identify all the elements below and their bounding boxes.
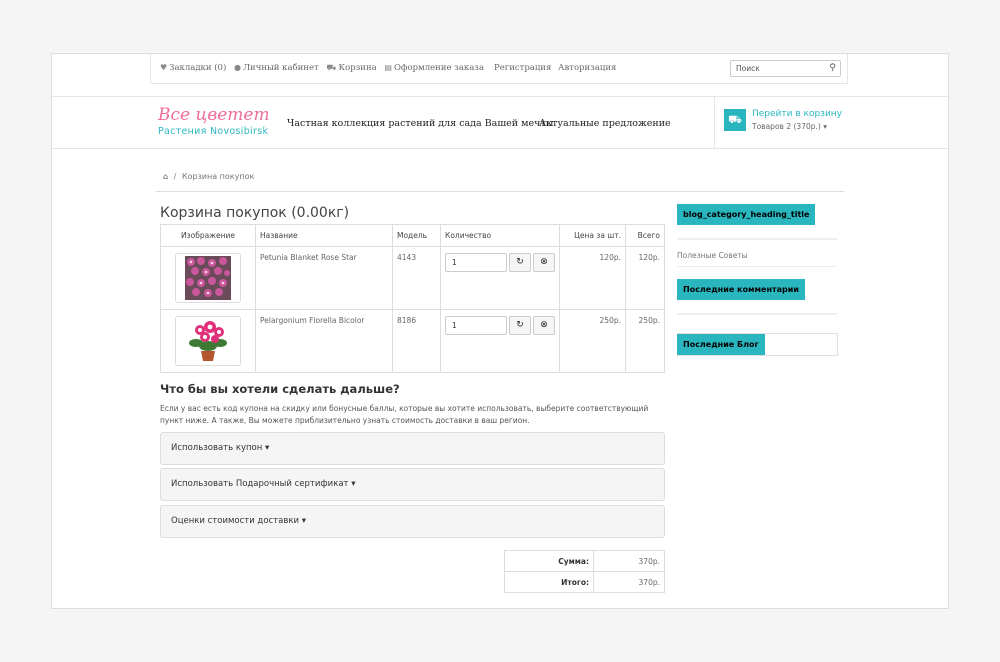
col-name: Название — [255, 224, 393, 247]
quantity-input[interactable]: 1 — [445, 316, 507, 335]
search-icon[interactable]: ⚲ — [829, 61, 836, 76]
breadcrumb-current[interactable]: Корзина покупок — [182, 172, 254, 181]
wishlist-link[interactable]: ♥ Закладки (0) — [160, 63, 226, 73]
totals-row: Итого: 370р. — [504, 571, 665, 593]
caret-down-icon: ▾ — [351, 479, 356, 489]
product-image-pelargonium[interactable] — [175, 316, 241, 366]
pelargonium-image — [186, 319, 230, 363]
petunia-image — [185, 256, 231, 300]
divider — [677, 266, 837, 267]
logo[interactable]: Все цветет — [158, 105, 270, 125]
total-label: Итого: — [504, 571, 594, 593]
item-price: 250р. — [559, 309, 626, 373]
heart-icon: ♥ — [160, 63, 168, 72]
col-price: Цена за шт. — [559, 224, 626, 247]
breadcrumb: ⌂ / Корзина покупок — [163, 172, 255, 181]
file-icon: ▤ — [384, 63, 392, 72]
divider — [677, 313, 837, 315]
sidebar-blog-category-heading: blog_category_heading_title — [677, 204, 816, 225]
subtotal-label: Сумма: — [504, 550, 594, 572]
header-cart[interactable]: ⛟ Перейти в корзину Товаров 2 (370р.) ▾ — [714, 97, 846, 148]
table-row: Pelargonium Florella Bicolor 8186 1 ↻ ⊗ … — [160, 309, 665, 373]
accordion-coupon[interactable]: Использовать купон ▾ — [160, 432, 665, 465]
login-link[interactable]: Авторизация — [558, 63, 616, 73]
item-total: 250р. — [625, 309, 665, 373]
next-steps-title: Что бы вы хотели сделать дальше? — [160, 382, 400, 396]
table-header-row: Изображение Название Модель Количество Ц… — [160, 224, 665, 247]
top-links: ♥ Закладки (0) ● Личный кабинет ⛟ Корзина ▤… — [160, 63, 489, 73]
cart-link[interactable]: ⛟ Корзина — [326, 63, 376, 73]
col-model: Модель — [392, 224, 441, 247]
go-to-cart-link[interactable]: Перейти в корзину — [752, 109, 842, 119]
quantity-input[interactable]: 1 — [445, 253, 507, 272]
remove-icon[interactable]: ⊗ — [533, 253, 555, 272]
totals-table: Сумма: 370р. Итого: 370р. — [504, 550, 665, 593]
nav-item-offers[interactable]: Актуальные предложение — [539, 118, 671, 129]
col-quantity: Количество — [440, 224, 560, 247]
cart-summary[interactable]: Товаров 2 (370р.) ▾ — [752, 122, 827, 131]
next-steps-description: Если у вас есть код купона на скидку или… — [160, 404, 649, 425]
nav-item-collection[interactable]: Частная коллекция растений для сада Ваше… — [287, 118, 553, 129]
sidebar-link-tips[interactable]: Полезные Советы — [677, 251, 748, 260]
item-name[interactable]: Petunia Blanket Rose Star — [255, 246, 393, 310]
home-icon[interactable]: ⌂ — [163, 172, 168, 181]
item-model: 8186 — [392, 309, 441, 373]
page-title: Корзина покупок (0.00кг) — [160, 205, 350, 221]
item-price: 120р. — [559, 246, 626, 310]
search-input[interactable]: Поиск ⚲ — [730, 60, 841, 77]
user-icon: ● — [233, 63, 241, 72]
cart-icon: ⛟ — [326, 63, 337, 72]
totals-row: Сумма: 370р. — [504, 550, 665, 572]
sidebar-recent-blog-heading: Последние Блог — [677, 334, 765, 355]
item-model: 4143 — [392, 246, 441, 310]
register-link[interactable]: Регистрация — [494, 63, 551, 73]
page-frame: ♥ Закладки (0) ● Личный кабинет ⛟ Корзина ▤… — [51, 53, 949, 609]
item-total: 120р. — [625, 246, 665, 310]
divider — [677, 238, 837, 240]
product-image-petunia[interactable] — [175, 253, 241, 303]
caret-down-icon: ▾ — [301, 516, 306, 526]
item-name[interactable]: Pelargonium Florella Bicolor — [255, 309, 393, 373]
auth-links: Регистрация Авторизация — [494, 63, 620, 73]
sidebar-recent-comments-heading: Последние комментарии — [677, 279, 805, 300]
cart-table: Изображение Название Модель Количество Ц… — [160, 224, 665, 373]
account-link[interactable]: ● Личный кабинет — [234, 63, 319, 73]
top-bar: ♥ Закладки (0) ● Личный кабинет ⛟ Корзина ▤… — [52, 54, 948, 97]
subtotal-value: 370р. — [593, 550, 665, 572]
col-image: Изображение — [160, 224, 256, 247]
quantity-control: 1 ↻ ⊗ — [445, 253, 555, 272]
remove-icon[interactable]: ⊗ — [533, 316, 555, 335]
caret-down-icon: ▾ — [265, 443, 270, 453]
refresh-icon[interactable]: ↻ — [509, 253, 531, 272]
accordion-gift-certificate[interactable]: Использовать Подарочный сертификат ▾ — [160, 468, 665, 501]
cart-icon: ⛟ — [724, 109, 746, 131]
quantity-control: 1 ↻ ⊗ — [445, 316, 555, 335]
checkout-link[interactable]: ▤ Оформление заказа — [384, 63, 484, 73]
refresh-icon[interactable]: ↻ — [509, 316, 531, 335]
divider — [156, 191, 844, 192]
total-value: 370р. — [593, 571, 665, 593]
table-row: Petunia Blanket Rose Star 4143 1 ↻ ⊗ 120… — [160, 246, 665, 310]
col-total: Всего — [625, 224, 665, 247]
logo-subtitle: Растения Novosibirsk — [158, 126, 269, 137]
site-header: Все цветет Растения Novosibirsk Частная … — [52, 97, 948, 149]
accordion-shipping-estimate[interactable]: Оценки стоимости доставки ▾ — [160, 505, 665, 538]
caret-down-icon: ▾ — [823, 122, 827, 131]
